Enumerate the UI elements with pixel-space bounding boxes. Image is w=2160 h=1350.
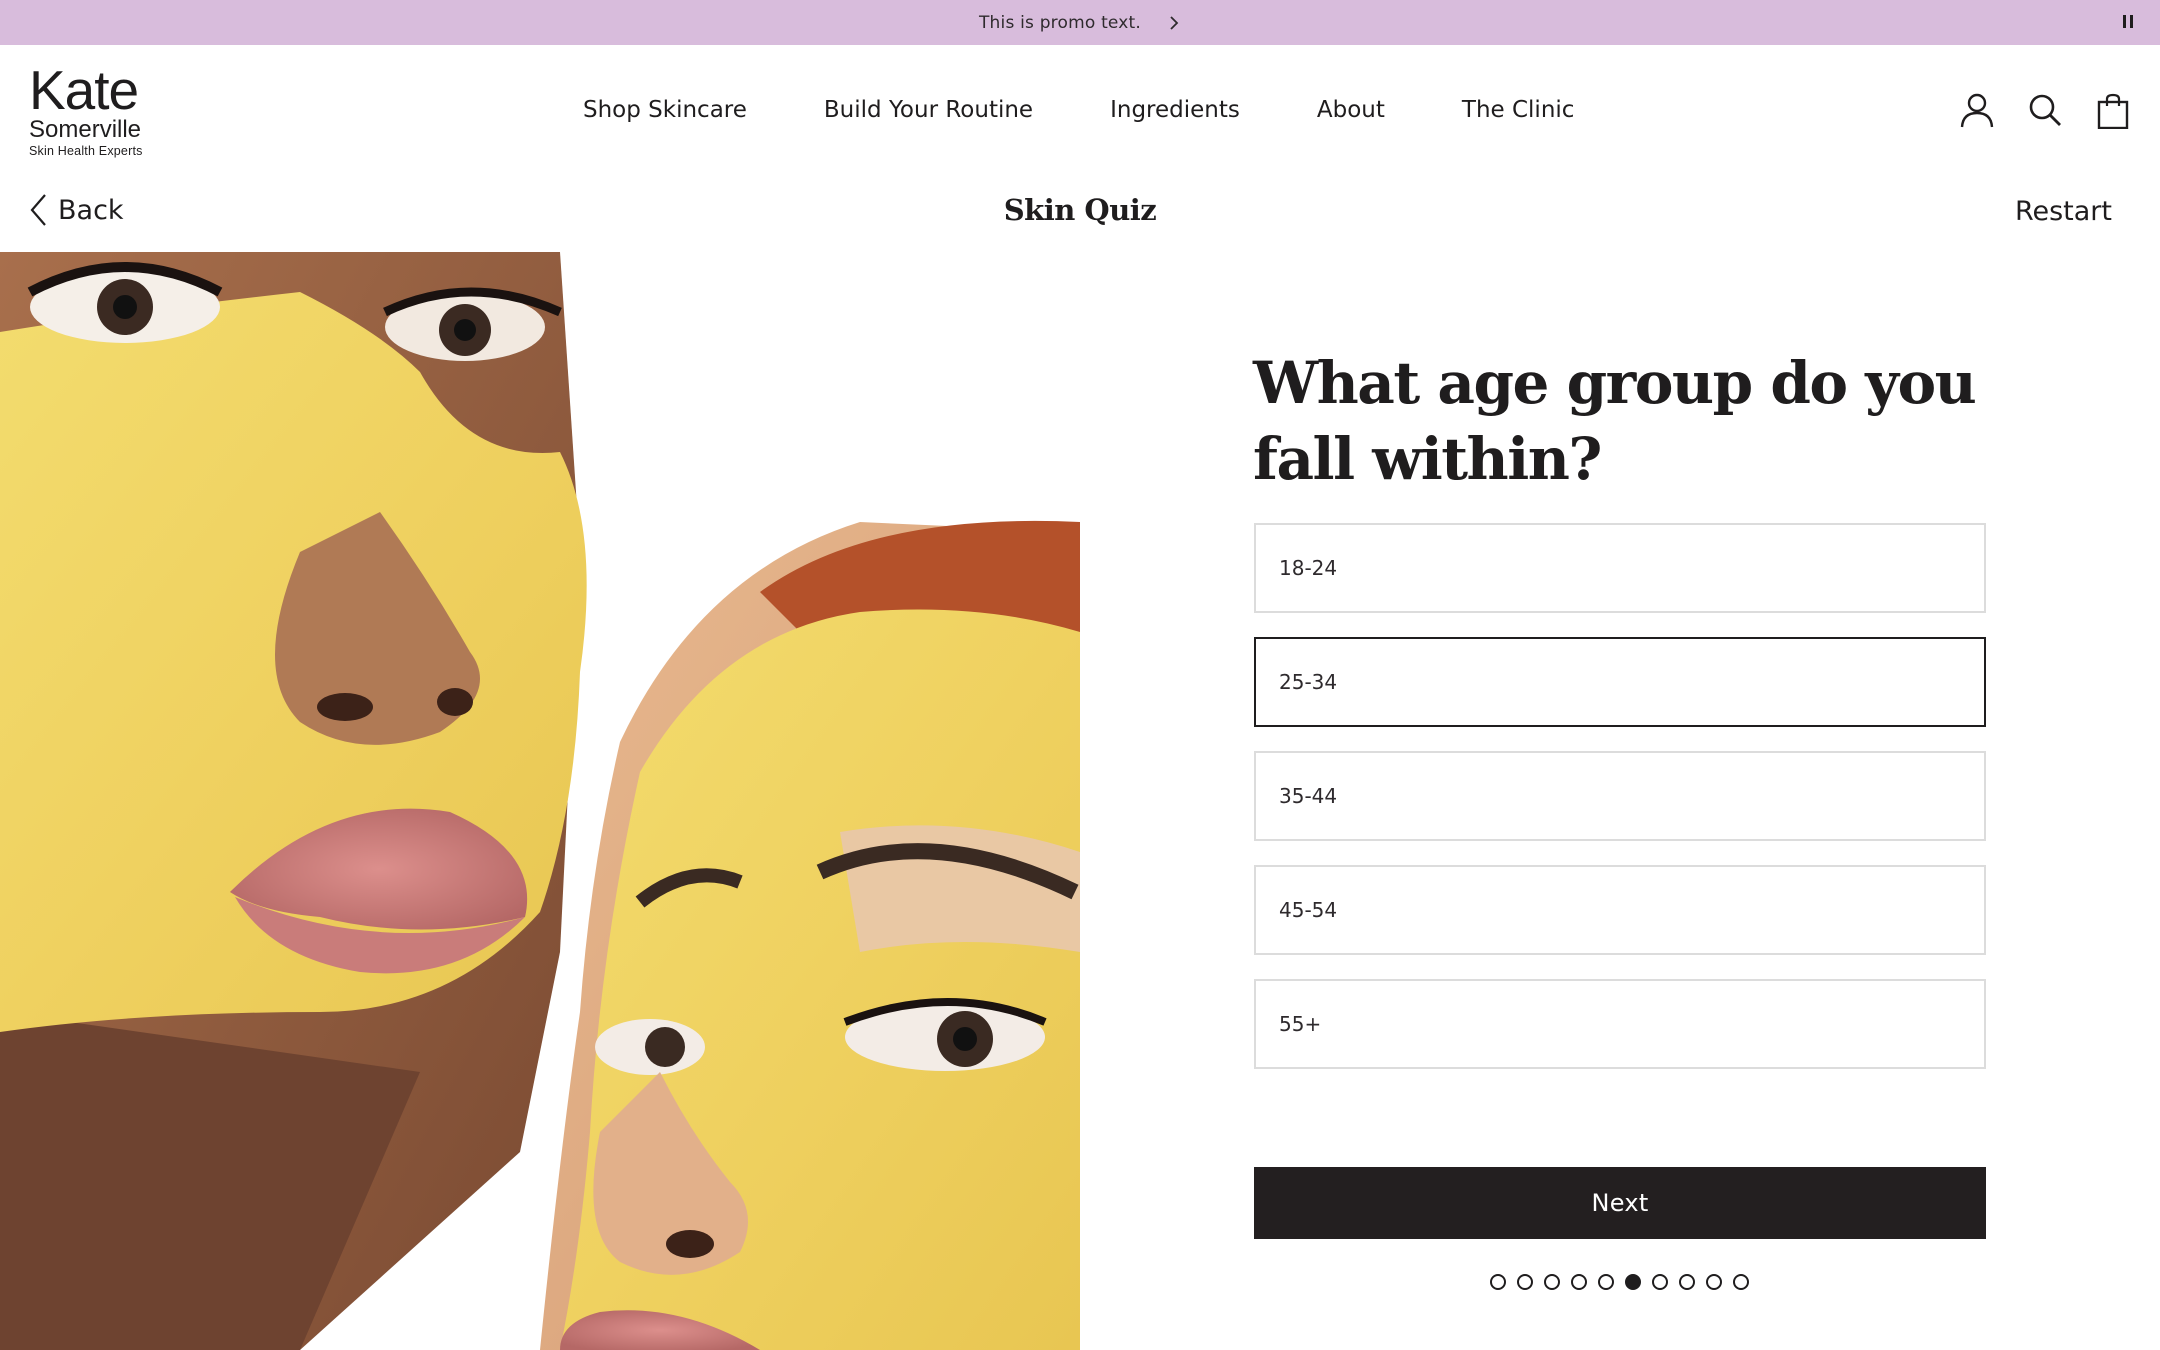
nav-item-ingredients[interactable]: Ingredients bbox=[1110, 97, 1240, 123]
promo-bar: This is promo text. bbox=[0, 0, 2160, 45]
progress-dot bbox=[1544, 1274, 1560, 1290]
shopping-bag-icon[interactable] bbox=[2096, 93, 2130, 129]
account-icon[interactable] bbox=[1960, 93, 1994, 129]
logo-tagline: Skin Health Experts bbox=[29, 144, 143, 158]
progress-dot bbox=[1490, 1274, 1506, 1290]
main-nav: Shop Skincare Build Your Routine Ingredi… bbox=[583, 97, 1574, 123]
restart-button[interactable]: Restart bbox=[2015, 196, 2112, 227]
nav-item-about[interactable]: About bbox=[1317, 97, 1385, 123]
search-icon[interactable] bbox=[2028, 93, 2062, 129]
quiz-question: What age group do you fall within? bbox=[1253, 349, 1977, 493]
option-35-44[interactable]: 35-44 bbox=[1254, 751, 1986, 841]
promo-text[interactable]: This is promo text. bbox=[979, 13, 1141, 33]
logo[interactable]: Kate Somerville Skin Health Experts bbox=[29, 59, 149, 159]
nav-item-shop-skincare[interactable]: Shop Skincare bbox=[583, 97, 747, 123]
progress-dot bbox=[1517, 1274, 1533, 1290]
quiz-subbar: Back Skin Quiz Restart bbox=[0, 180, 2160, 252]
progress-dot bbox=[1571, 1274, 1587, 1290]
option-45-54[interactable]: 45-54 bbox=[1254, 865, 1986, 955]
nav-item-build-your-routine[interactable]: Build Your Routine bbox=[824, 97, 1033, 123]
progress-dot bbox=[1679, 1274, 1695, 1290]
chevron-right-icon[interactable] bbox=[1167, 15, 1181, 30]
progress-dot bbox=[1625, 1274, 1641, 1290]
logo-sub: Somerville bbox=[29, 116, 142, 143]
progress-dot bbox=[1598, 1274, 1614, 1290]
pause-icon[interactable] bbox=[2123, 15, 2137, 30]
nav-item-the-clinic[interactable]: The Clinic bbox=[1462, 97, 1575, 123]
next-button[interactable]: Next bbox=[1254, 1167, 1986, 1239]
progress-dot bbox=[1706, 1274, 1722, 1290]
answer-options: 18-24 25-34 35-44 45-54 55+ bbox=[1254, 523, 1986, 1093]
option-25-34[interactable]: 25-34 bbox=[1254, 637, 1986, 727]
site-header: Kate Somerville Skin Health Experts Shop… bbox=[0, 45, 2160, 180]
progress-dots bbox=[1490, 1274, 1749, 1290]
progress-dot bbox=[1733, 1274, 1749, 1290]
header-icons bbox=[1960, 93, 2130, 129]
hero-image bbox=[0, 252, 1080, 1350]
progress-dot bbox=[1652, 1274, 1668, 1290]
logo-main: Kate bbox=[29, 59, 139, 121]
option-18-24[interactable]: 18-24 bbox=[1254, 523, 1986, 613]
option-55-plus[interactable]: 55+ bbox=[1254, 979, 1986, 1069]
page-title: Skin Quiz bbox=[1003, 193, 1157, 227]
